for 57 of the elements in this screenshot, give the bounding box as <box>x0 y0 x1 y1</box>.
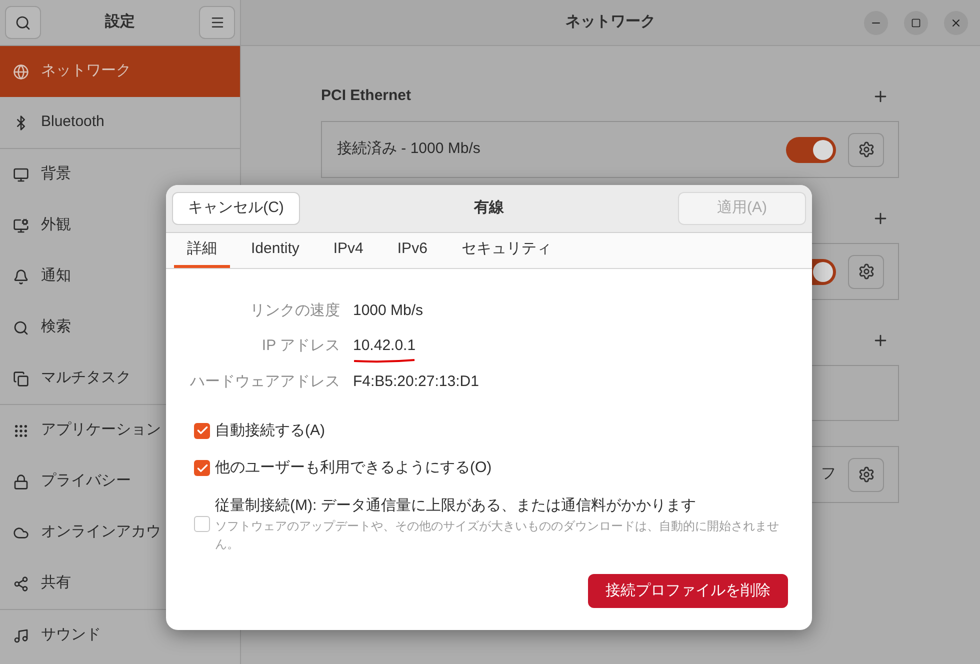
menu-icon <box>210 15 224 30</box>
checkbox-description: ソフトウェアのアップデートや、その他のサイズが大きいもののダウンロードは、自動的に開始されません。 <box>215 518 780 553</box>
sidebar-item[interactable]: 共有 <box>0 558 240 609</box>
checkbox-label: 他のユーザーも利用できるようにする(O) <box>215 458 492 478</box>
connection-status: 接続済み - 1000 Mb/s <box>337 139 480 160</box>
search-icon <box>15 14 31 30</box>
checkbox[interactable] <box>194 422 210 439</box>
sidebar-item[interactable]: 検索 <box>0 302 240 353</box>
detail-value: F4:B5:20:27:13:D1 <box>353 372 479 390</box>
cancel-button[interactable]: キャンセル(C) <box>172 192 300 225</box>
sidebar-title: 設定 <box>105 12 135 32</box>
tab[interactable]: 詳細 <box>174 233 230 268</box>
maximize-button[interactable] <box>904 11 928 35</box>
detail-label: リンクの速度 <box>249 300 340 320</box>
tab[interactable]: IPv4 <box>320 233 376 268</box>
toggle-switch[interactable] <box>786 136 836 162</box>
window-title: ネットワーク <box>566 12 656 32</box>
menu-button[interactable] <box>199 6 235 39</box>
tab[interactable]: セキュリティ <box>448 233 564 268</box>
settings-icon <box>858 263 874 280</box>
settings-icon <box>858 141 874 158</box>
detail-value: 1000 Mb/s <box>353 302 424 319</box>
checkbox[interactable] <box>194 516 210 532</box>
windows-icon <box>13 370 29 386</box>
checkbox-label: 自動接続する(A) <box>215 420 325 440</box>
monitor-icon <box>13 166 29 182</box>
share-icon <box>13 576 29 592</box>
connection-status: フ <box>821 464 836 484</box>
detail-label: IP アドレス <box>260 336 340 356</box>
detail-value: 10.42.0.1 <box>353 337 416 354</box>
section-title: PCI Ethernet <box>321 86 412 106</box>
sidebar-item[interactable]: サウンド <box>0 610 240 661</box>
monitor-icon <box>13 218 29 234</box>
maximize-icon <box>911 18 921 28</box>
settings-button[interactable] <box>848 458 884 492</box>
close-icon <box>950 17 962 29</box>
cloud-icon <box>13 524 29 540</box>
search-icon <box>13 320 29 336</box>
tab[interactable]: Identity <box>238 233 312 268</box>
dialog-title: 有線 <box>474 198 504 218</box>
detail-label: ハードウェアアドレス <box>189 372 340 392</box>
globe-icon <box>13 64 29 80</box>
sidebar-item[interactable]: ネットワーク <box>0 46 240 97</box>
lock-icon <box>13 474 29 490</box>
settings-button[interactable] <box>848 132 884 166</box>
settings-button[interactable] <box>848 254 884 288</box>
close-button[interactable] <box>944 11 968 35</box>
grid-icon <box>13 422 29 438</box>
settings-icon <box>858 466 874 483</box>
tab[interactable]: IPv6 <box>384 233 440 268</box>
checkbox-label: 従量制接続(M): データ通信量に上限がある、または通信料がかかります <box>215 496 697 516</box>
bell-icon <box>13 268 29 284</box>
checkbox[interactable] <box>194 460 210 476</box>
sidebar-item[interactable]: Bluetooth <box>0 97 240 148</box>
delete-profile-button[interactable]: 接続プロファイルを削除 <box>588 574 788 608</box>
music-icon <box>13 628 29 644</box>
search-button[interactable] <box>5 6 41 39</box>
